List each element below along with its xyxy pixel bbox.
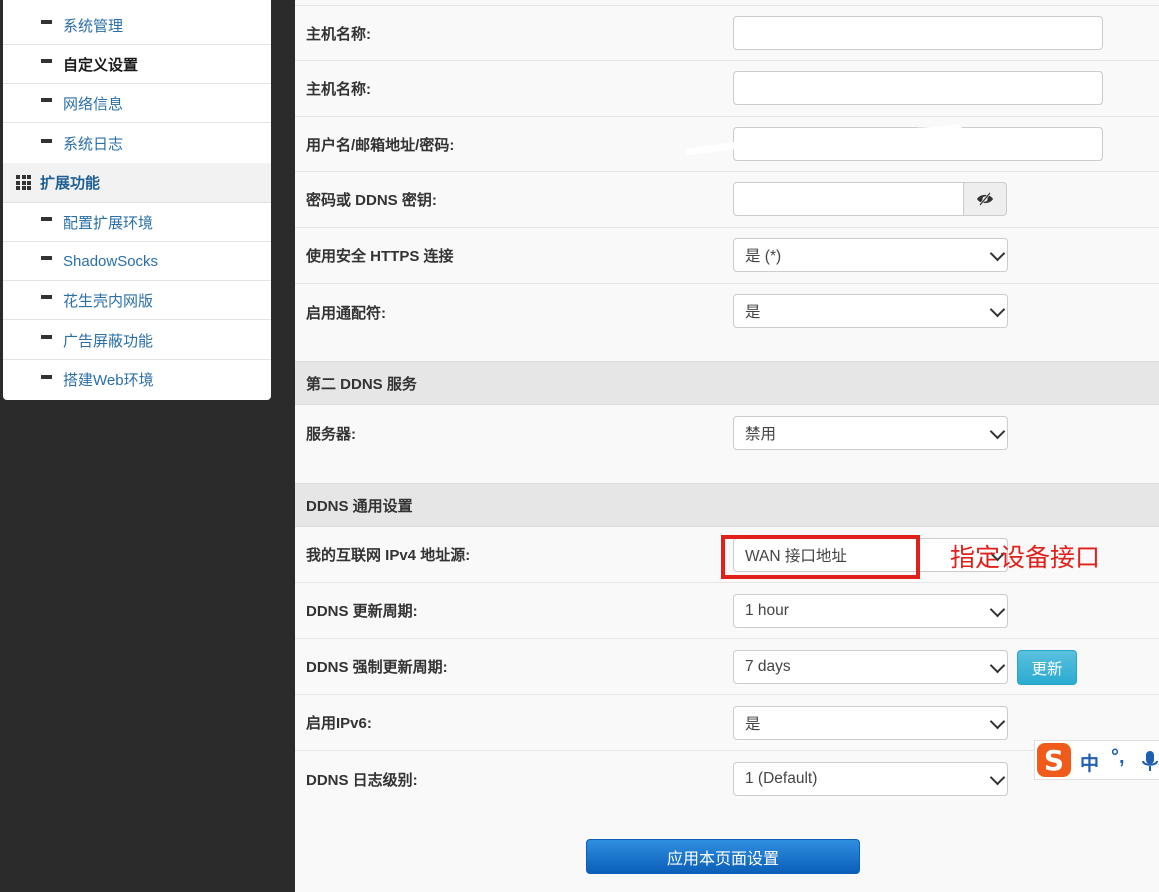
dash-icon bbox=[41, 20, 52, 24]
username-input[interactable] bbox=[733, 127, 1103, 161]
ime-mode-toggle[interactable]: 中 bbox=[1080, 749, 1099, 776]
field-label: DDNS 强制更新周期: bbox=[306, 659, 448, 676]
row-update-period: DDNS 更新周期: bbox=[295, 583, 1159, 639]
toggle-password-button[interactable] bbox=[963, 182, 1007, 216]
row-ipv6: 启用IPv6: bbox=[295, 695, 1159, 751]
select-value: 1 hour bbox=[745, 602, 789, 619]
row-https: 使用安全 HTTPS 连接 bbox=[295, 228, 1159, 284]
sidebar-item-label: ShadowSocks bbox=[63, 252, 159, 270]
select-value: 是 bbox=[745, 716, 761, 733]
hostname-input-1[interactable] bbox=[733, 16, 1103, 50]
chevron-down-icon bbox=[989, 423, 1006, 440]
https-select[interactable]: 是 (*) bbox=[733, 238, 1008, 272]
field-label: 使用安全 HTTPS 连接 bbox=[306, 248, 454, 265]
settings-panel: 主机名称: 主机名称: 用户名/邮箱地址/密码: 密码或 DDNS 密钥: 使用… bbox=[295, 0, 1159, 892]
select-value: 1 (Default) bbox=[745, 770, 818, 787]
row-server: 服务器: bbox=[295, 405, 1159, 483]
hostname-input-2[interactable] bbox=[733, 71, 1103, 105]
select-value: WAN 接口地址 bbox=[745, 548, 847, 565]
password-input[interactable] bbox=[733, 182, 964, 216]
row-wildcard: 启用通配符: bbox=[295, 284, 1159, 361]
sidebar-item-shadowsocks[interactable]: ShadowSocks bbox=[3, 242, 271, 281]
sidebar-group-label: 扩展功能 bbox=[40, 175, 101, 192]
field-label: DDNS 日志级别: bbox=[306, 771, 418, 789]
field-label: 服务器: bbox=[306, 425, 356, 443]
chevron-down-icon bbox=[989, 245, 1006, 262]
sidebar-item-label: 系统管理 bbox=[63, 17, 124, 35]
sidebar-group-extensions[interactable]: 扩展功能 bbox=[3, 163, 271, 203]
field-label: 启用IPv6: bbox=[306, 715, 372, 732]
sidebar-item-system-log[interactable]: 系统日志 bbox=[3, 124, 271, 163]
apply-settings-button[interactable]: 应用本页面设置 bbox=[586, 839, 860, 874]
dash-icon bbox=[41, 335, 52, 339]
sidebar-item-config-ext-env[interactable]: 配置扩展环境 bbox=[3, 203, 271, 242]
chevron-down-icon bbox=[989, 301, 1006, 318]
annotation-text: 指定设备接口 bbox=[950, 543, 1101, 572]
field-label: 用户名/邮箱地址/密码: bbox=[306, 136, 455, 154]
chevron-down-icon bbox=[989, 769, 1006, 786]
sidebar-item-oray-intranet[interactable]: 花生壳内网版 bbox=[3, 281, 271, 320]
chevron-down-icon bbox=[989, 601, 1006, 618]
dash-icon bbox=[41, 295, 52, 299]
grid-icon bbox=[16, 175, 31, 190]
ime-toolbar[interactable]: S 中 °, bbox=[1034, 740, 1159, 780]
section-header-ddns-general: DDNS 通用设置 bbox=[295, 483, 1159, 527]
sidebar-item-label: 搭建Web环境 bbox=[63, 372, 154, 389]
field-label: 我的互联网 IPv4 地址源: bbox=[306, 547, 471, 564]
dash-icon bbox=[41, 256, 52, 260]
dash-icon bbox=[41, 374, 52, 379]
sidebar-item-ad-block[interactable]: 广告屏蔽功能 bbox=[3, 321, 271, 360]
sidebar-item-label: 花生壳内网版 bbox=[63, 292, 154, 310]
ipv6-select[interactable]: 是 bbox=[733, 706, 1008, 740]
sidebar-item-custom-settings[interactable]: 自定义设置 bbox=[3, 45, 271, 84]
sidebar: 系统管理 自定义设置 网络信息 系统日志 扩展功能 配置扩展环境 ShadowS… bbox=[3, 0, 271, 400]
sidebar-item-web-env[interactable]: 搭建Web环境 bbox=[3, 360, 271, 399]
update-period-select[interactable]: 1 hour bbox=[733, 594, 1008, 628]
server-select[interactable]: 禁用 bbox=[733, 416, 1008, 450]
field-label: 启用通配符: bbox=[306, 304, 386, 322]
sidebar-item-label: 自定义设置 bbox=[63, 56, 139, 74]
chevron-down-icon bbox=[989, 657, 1006, 674]
section-title: 第二 DDNS 服务 bbox=[306, 375, 417, 393]
microphone-icon[interactable] bbox=[1140, 750, 1159, 774]
select-value: 7 days bbox=[745, 658, 791, 675]
select-value: 是 (*) bbox=[745, 248, 782, 265]
sidebar-item-label: 配置扩展环境 bbox=[63, 214, 154, 232]
section-header-second-ddns: 第二 DDNS 服务 bbox=[295, 361, 1159, 405]
sidebar-item-label: 广告屏蔽功能 bbox=[63, 332, 154, 350]
sidebar-item-label: 系统日志 bbox=[63, 136, 124, 153]
dash-icon bbox=[41, 138, 52, 143]
sidebar-item-label: 网络信息 bbox=[63, 95, 124, 113]
select-value: 禁用 bbox=[745, 426, 777, 443]
refresh-button[interactable]: 更新 bbox=[1017, 650, 1077, 685]
ime-punctuation-toggle[interactable]: °, bbox=[1111, 746, 1125, 769]
sogou-logo-icon[interactable]: S bbox=[1037, 743, 1071, 777]
section-title: DDNS 通用设置 bbox=[306, 497, 413, 515]
field-label: DDNS 更新周期: bbox=[306, 603, 418, 620]
dash-icon bbox=[41, 59, 52, 63]
field-label: 主机名称: bbox=[306, 81, 371, 98]
dash-icon bbox=[41, 217, 52, 221]
row-password: 密码或 DDNS 密钥: bbox=[295, 172, 1159, 228]
sidebar-item-system-management[interactable]: 系统管理 bbox=[3, 6, 271, 45]
log-level-select[interactable]: 1 (Default) bbox=[733, 762, 1008, 796]
field-label: 密码或 DDNS 密钥: bbox=[306, 192, 437, 209]
field-label: 主机名称: bbox=[306, 25, 371, 43]
eye-slash-icon bbox=[977, 192, 993, 206]
row-log-level: DDNS 日志级别: bbox=[295, 751, 1159, 807]
select-value: 是 bbox=[745, 304, 761, 321]
sidebar-item-network-info[interactable]: 网络信息 bbox=[3, 84, 271, 123]
chevron-down-icon bbox=[989, 713, 1006, 730]
wildcard-select[interactable]: 是 bbox=[733, 294, 1008, 328]
force-update-period-select[interactable]: 7 days bbox=[733, 650, 1008, 684]
dash-icon bbox=[41, 98, 52, 102]
